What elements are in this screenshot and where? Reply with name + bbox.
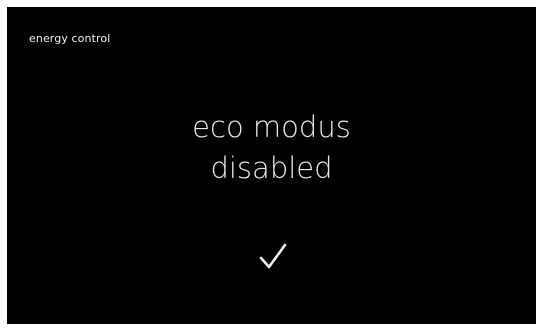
status-message-line-1: eco modus [192, 110, 351, 144]
screen-title: energy control [29, 32, 111, 45]
status-message-line-2: disabled [210, 151, 333, 185]
display-screen: energy control eco modus disabled [7, 7, 536, 324]
check-icon[interactable] [258, 242, 288, 272]
status-message: eco modus disabled [7, 107, 536, 189]
